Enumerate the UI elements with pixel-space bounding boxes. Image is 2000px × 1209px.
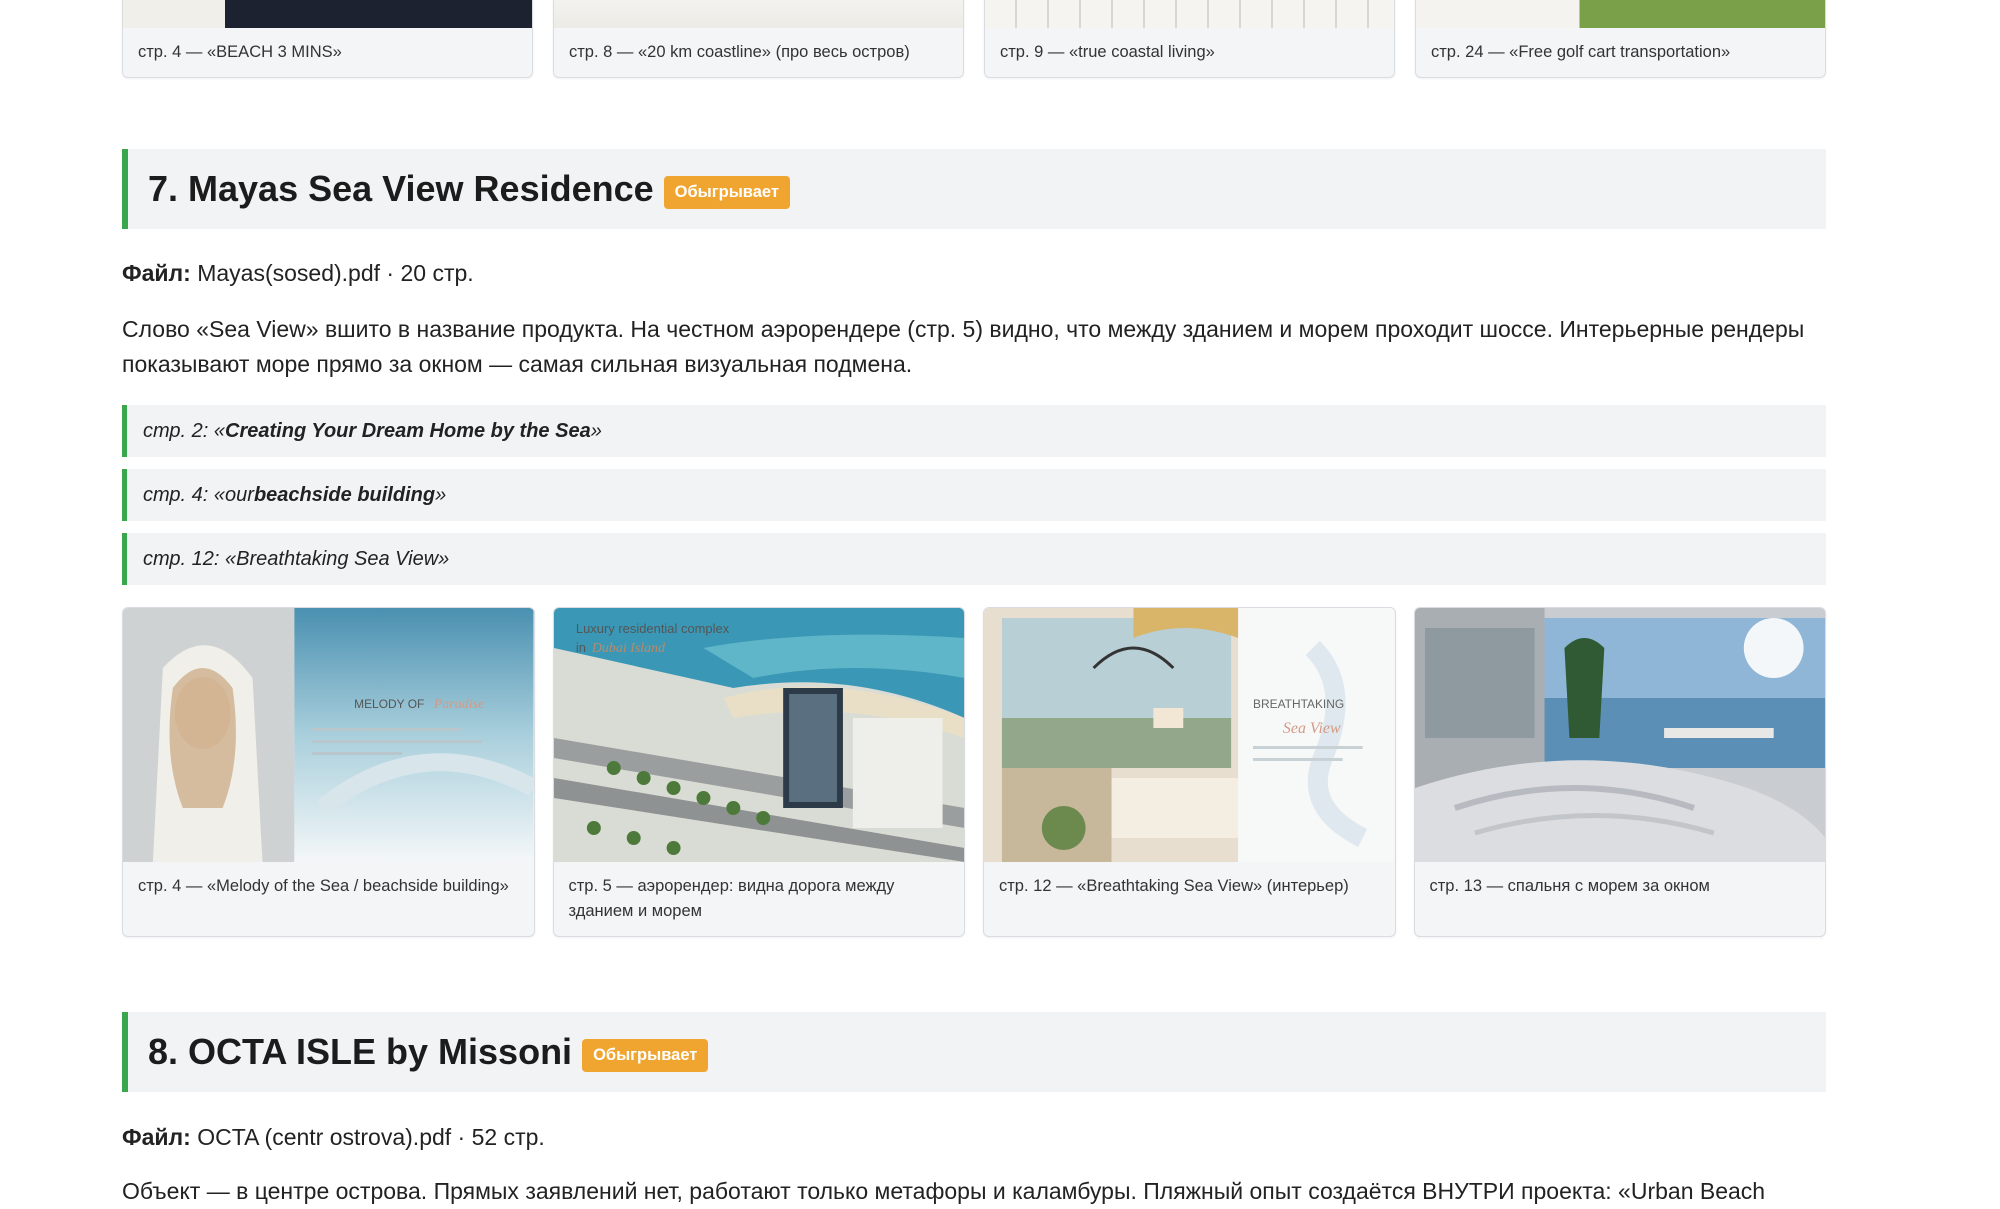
file-label: Файл: — [122, 1124, 191, 1150]
card-caption: стр. 8 — «20 km coastline» (про весь ост… — [569, 43, 910, 61]
image-text: Luxury residential complex — [575, 621, 729, 636]
section-description: Объект — в центре острова. Прямых заявле… — [122, 1178, 1766, 1204]
section-title: 7. Mayas Sea View Residence — [148, 168, 654, 209]
gallery-card[interactable]: стр. 24 — «Free golf cart transportation… — [1415, 0, 1826, 78]
thumbnail-image — [554, 0, 963, 28]
gallery-card[interactable]: стр. 8 — «20 km coastline» (про весь ост… — [553, 0, 964, 78]
top-gallery: стр. 4 — «BEACH 3 MINS» стр. 8 — «20 km … — [122, 0, 1826, 78]
status-badge: Обыгрывает — [582, 1038, 709, 1072]
quote-prefix: стр. 12: «Breathtaking Sea View» — [143, 547, 450, 570]
section-description: Слово «Sea View» вшито в название продук… — [122, 316, 1805, 377]
file-label: Файл: — [122, 260, 191, 286]
thumbnail-image: BREATHTAKING Sea View — [984, 608, 1395, 862]
image-text: MELODY OF — [354, 697, 424, 711]
gallery-card[interactable]: стр. 9 — «true coastal living» — [984, 0, 1395, 78]
thumbnail-image: MELODY OF Paradise — [123, 608, 534, 862]
quote-block: стр. 4: «our beachside building» — [122, 469, 1826, 521]
thumbnail-image — [1416, 0, 1825, 28]
file-value: OCTA (centr ostrova).pdf · 52 стр. — [197, 1124, 545, 1150]
gallery-card[interactable]: BREATHTAKING Sea View стр. 12 — «Breatht… — [983, 607, 1396, 937]
gallery-card[interactable]: Luxury residential complex in Dubai Isla… — [552, 607, 965, 937]
quote-prefix: стр. 2: « — [143, 419, 226, 442]
quote-suffix: » — [435, 483, 447, 506]
gallery-card[interactable]: стр. 4 — «BEACH 3 MINS» — [122, 0, 533, 78]
image-text: BREATHTAKING — [1253, 697, 1344, 711]
thumbnail-image — [985, 0, 1394, 28]
status-badge: Обыгрывает — [663, 175, 790, 209]
card-caption: стр. 12 — «Breathtaking Sea View» (интер… — [999, 877, 1349, 895]
card-caption: стр. 4 — «BEACH 3 MINS» — [138, 43, 342, 61]
image-text: in — [575, 640, 585, 655]
gallery-card[interactable]: MELODY OF Paradise стр. 4 — «Melody of t… — [122, 607, 535, 937]
image-text: Sea View — [1283, 720, 1341, 737]
thumbnail-image — [123, 0, 532, 28]
section-header: 7. Mayas Sea View Residence Обыгрывает — [122, 149, 1826, 229]
card-caption: стр. 4 — «Melody of the Sea / beachside … — [138, 877, 509, 895]
image-text: Paradise — [433, 697, 484, 712]
gallery-card[interactable]: стр. 13 — спальня с морем за окном — [1413, 607, 1826, 937]
quote-highlight: Creating Your Dream Home by the Sea — [225, 419, 591, 442]
quote-block: стр. 12: «Breathtaking Sea View» — [122, 533, 1826, 585]
image-gallery: MELODY OF Paradise стр. 4 — «Melody of t… — [122, 607, 1826, 937]
section-title: 8. OCTA ISLE by Missoni — [148, 1031, 573, 1072]
image-text: Dubai Island — [590, 641, 665, 656]
quote-block: стр. 2: «Creating Your Dream Home by the… — [122, 405, 1826, 457]
card-caption: стр. 5 — аэрорендер: видна дорога между … — [568, 877, 895, 920]
quote-suffix: » — [590, 419, 602, 442]
thumbnail-image — [1414, 608, 1825, 862]
thumbnail-image: Luxury residential complex in Dubai Isla… — [553, 608, 964, 862]
card-caption: стр. 13 — спальня с морем за окном — [1429, 877, 1710, 895]
card-caption: стр. 9 — «true coastal living» — [1000, 43, 1215, 61]
file-info: Файл: Mayas(sosed).pdf · 20 стр. — [122, 260, 474, 287]
file-info: Файл: OCTA (centr ostrova).pdf · 52 стр. — [122, 1124, 545, 1151]
section-header: 8. OCTA ISLE by Missoni Обыгрывает — [122, 1012, 1826, 1092]
quote-prefix: стр. 4: «our — [143, 483, 254, 506]
card-caption: стр. 24 — «Free golf cart transportation… — [1431, 43, 1731, 61]
quote-highlight: beachside building — [253, 483, 436, 506]
file-value: Mayas(sosed).pdf · 20 стр. — [197, 260, 474, 286]
